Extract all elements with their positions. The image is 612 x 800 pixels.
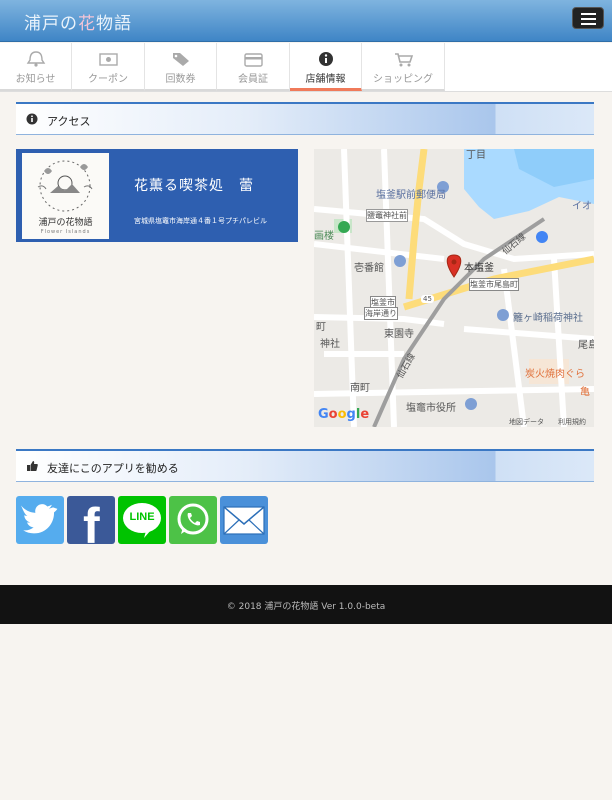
tab-label: 会員証 <box>238 74 268 85</box>
access-map[interactable]: 塩釜駅前郵便局 鹽竈神社前 仙石線 画楼 壱番館 本塩釜 塩釜市尾島町 塩釜市 … <box>314 149 594 427</box>
map-label: 神社 <box>320 339 340 350</box>
logo-subtitle: Flower Islands <box>40 229 91 235</box>
hamburger-menu-button[interactable] <box>572 7 604 29</box>
whatsapp-icon <box>177 503 209 535</box>
tags-icon <box>173 53 189 66</box>
cart-icon <box>395 53 414 67</box>
tab-label: 店舗情報 <box>305 74 346 85</box>
app-logo[interactable]: 浦戸の花物語 <box>24 9 132 34</box>
logo-name: 浦戸の花物語 <box>38 218 93 228</box>
share-whatsapp-button[interactable] <box>169 496 217 544</box>
tab-store-info[interactable]: 店舗情報 <box>290 43 362 91</box>
map-label: 45 <box>421 295 434 303</box>
tab-label: ショッピング <box>373 74 433 85</box>
coupon-icon <box>99 53 118 66</box>
shop-name: 花薫る喫茶処 蕾 <box>134 178 254 194</box>
map-label: 南町 <box>350 383 370 394</box>
card-icon <box>244 53 263 67</box>
copyright-text: © 2018 浦戸の花物語 Ver 1.0.0-beta <box>226 602 386 612</box>
map-label: 丁目 <box>466 150 486 161</box>
share-twitter-button[interactable] <box>16 496 64 544</box>
logo-prefix: 浦戸の <box>24 14 78 34</box>
share-email-button[interactable] <box>220 496 268 544</box>
twitter-icon <box>21 504 58 534</box>
info-circle-icon <box>26 113 38 125</box>
tab-ticket[interactable]: 回数券 <box>145 43 217 91</box>
tab-shopping[interactable]: ショッピング <box>362 43 445 91</box>
shop-logo: 浦戸の花物語 Flower Islands <box>22 153 109 239</box>
tab-label: 回数券 <box>165 74 196 85</box>
shop-address: 宮城県塩竈市海岸通４番１号プチパレビル <box>134 217 267 225</box>
share-section-header: 友達にこのアプリを勧める <box>16 449 594 482</box>
map-label: 尾島 <box>578 340 594 351</box>
map-label: 炭火焼肉ぐら <box>525 369 585 380</box>
hamburger-icon <box>581 13 596 15</box>
map-label: 塩釜駅前郵便局 <box>376 190 446 201</box>
tab-label: お知らせ <box>15 74 56 85</box>
facebook-icon: f <box>83 498 100 544</box>
map-label: 本塩釜 <box>464 263 494 274</box>
envelope-icon <box>223 506 265 535</box>
map-label: 鹽竈神社前 <box>366 209 408 222</box>
logo-hana: 花 <box>78 14 96 34</box>
map-label: 壱番館 <box>354 263 384 274</box>
map-label: 塩竈市役所 <box>406 403 456 414</box>
shop-banner: 浦戸の花物語 Flower Islands 花薫る喫茶処 蕾 宮城県塩竈市海岸通… <box>16 149 298 242</box>
tab-bar: お知らせ クーポン 回数券 会員証 店舗情報 ショッピング <box>0 43 612 92</box>
app-header: 浦戸の花物語 <box>0 0 612 42</box>
map-terms-link[interactable]: 利用規約 <box>558 417 586 427</box>
map-label: 塩釜市尾島町 <box>469 278 519 291</box>
map-label: 町 <box>316 322 326 333</box>
tab-coupon[interactable]: クーポン <box>72 43 145 91</box>
google-logo[interactable]: Google <box>318 407 369 422</box>
section-title: 友達にこのアプリを勧める <box>47 462 179 475</box>
map-label: 画楼 <box>314 231 334 242</box>
logo-suffix: 物語 <box>96 14 132 34</box>
flower-wreath-icon <box>37 160 93 212</box>
map-label: イオ <box>572 201 592 212</box>
map-attribution[interactable]: 地図データ <box>509 417 544 427</box>
share-facebook-button[interactable]: f <box>67 496 115 544</box>
bell-icon <box>26 51 46 67</box>
map-label: 東園寺 <box>384 329 414 340</box>
thumbs-up-icon <box>27 461 38 471</box>
section-title: アクセス <box>47 115 91 128</box>
map-label: 海岸通り <box>364 307 398 320</box>
tab-member-card[interactable]: 会員証 <box>217 43 290 91</box>
access-section-header: アクセス <box>16 102 594 135</box>
tab-news[interactable]: お知らせ <box>0 43 72 91</box>
map-label: 籬ヶ崎稲荷神社 <box>513 313 583 324</box>
info-icon <box>319 52 333 66</box>
share-line-button[interactable]: LINE <box>118 496 166 544</box>
tab-label: クーポン <box>88 74 128 85</box>
line-label: LINE <box>129 511 155 523</box>
footer: © 2018 浦戸の花物語 Ver 1.0.0-beta <box>0 585 612 624</box>
map-label: 亀 <box>580 387 590 398</box>
